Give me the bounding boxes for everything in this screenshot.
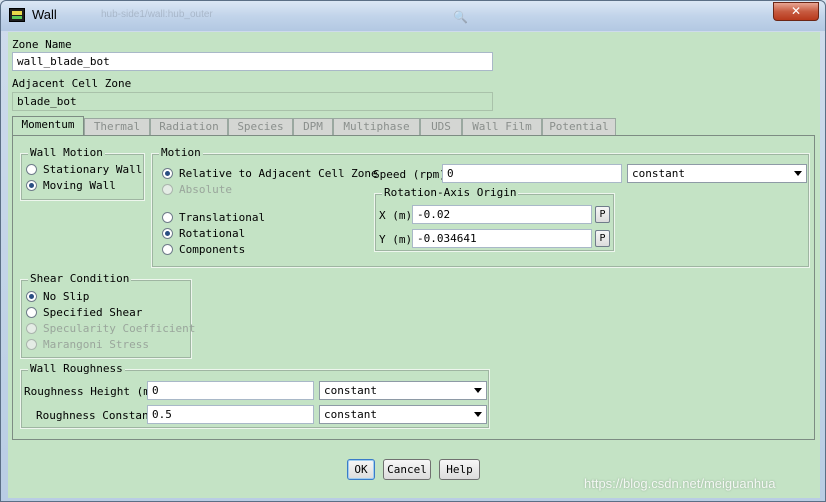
relative-to-adjacent-radio[interactable]: Relative to Adjacent Cell Zone: [162, 167, 378, 181]
roughness-height-profile-value: constant: [324, 384, 377, 397]
no-slip-label: No Slip: [43, 290, 90, 303]
radio-indicator: [26, 323, 37, 334]
rotational-radio[interactable]: Rotational: [162, 227, 245, 241]
shear-condition-group: Shear Condition No Slip Specified Shear …: [20, 272, 195, 359]
tab-species[interactable]: Species: [228, 118, 293, 135]
radio-indicator: [26, 180, 37, 191]
origin-y-parameter-button[interactable]: P: [595, 230, 610, 247]
components-label: Components: [179, 243, 246, 256]
tab-momentum[interactable]: Momentum: [12, 116, 84, 136]
radio-indicator: [26, 291, 37, 302]
zone-name-input[interactable]: wall_blade_bot: [12, 52, 493, 71]
motion-group: Motion Relative to Adjacent Cell Zone Ab…: [151, 146, 810, 268]
specularity-coefficient-label: Specularity Coefficient: [43, 322, 196, 335]
title-bar[interactable]: Wall hub-side1/wall:hub_outer 🔍 ✕: [1, 1, 825, 31]
roughness-constant-input[interactable]: 0.5: [147, 405, 314, 424]
translational-label: Translational: [179, 211, 266, 224]
speed-input[interactable]: 0: [442, 164, 622, 183]
chevron-down-icon: [474, 388, 482, 393]
tab-radiation[interactable]: Radiation: [150, 118, 228, 135]
radio-indicator: [26, 339, 37, 350]
watermark-text: https://blog.csdn.net/meiguanhua: [584, 476, 776, 491]
momentum-panel: Wall Motion Stationary Wall Moving Wall …: [12, 135, 815, 440]
background-window-ghost-text: hub-side1/wall:hub_outer: [101, 9, 213, 20]
fluent-app-icon: [9, 8, 25, 22]
stationary-wall-radio[interactable]: Stationary Wall: [26, 163, 142, 177]
stationary-wall-label: Stationary Wall: [43, 163, 143, 176]
absolute-label: Absolute: [179, 183, 232, 196]
radio-indicator: [162, 228, 173, 239]
marangoni-stress-label: Marangoni Stress: [43, 338, 149, 351]
rotation-axis-origin-title: Rotation-Axis Origin: [382, 186, 519, 199]
close-button[interactable]: ✕: [773, 2, 819, 21]
speed-profile-value: constant: [632, 167, 685, 180]
marangoni-stress-radio: Marangoni Stress: [26, 338, 149, 352]
rotational-label: Rotational: [179, 227, 246, 240]
tab-uds[interactable]: UDS: [420, 118, 462, 135]
specified-shear-label: Specified Shear: [43, 306, 143, 319]
radio-indicator: [26, 164, 37, 175]
help-button[interactable]: Help: [439, 459, 480, 480]
origin-y-input[interactable]: -0.034641: [412, 229, 592, 248]
cancel-button[interactable]: Cancel: [383, 459, 431, 480]
radio-indicator: [162, 184, 173, 195]
wall-roughness-title: Wall Roughness: [28, 362, 125, 375]
zone-name-label: Zone Name: [12, 38, 72, 51]
specularity-coefficient-radio: Specularity Coefficient: [26, 322, 195, 336]
roughness-constant-profile-dropdown[interactable]: constant: [319, 405, 487, 424]
roughness-height-input[interactable]: 0: [147, 381, 314, 400]
origin-x-input[interactable]: -0.02: [412, 205, 592, 224]
wall-roughness-group: Wall Roughness Roughness Height (m) 0 co…: [20, 362, 490, 429]
translational-radio[interactable]: Translational: [162, 211, 265, 225]
window-title: Wall: [32, 7, 57, 22]
wall-motion-group: Wall Motion Stationary Wall Moving Wall: [20, 146, 145, 201]
wall-motion-title: Wall Motion: [28, 146, 105, 159]
tab-potential[interactable]: Potential: [542, 118, 616, 135]
roughness-height-profile-dropdown[interactable]: constant: [319, 381, 487, 400]
relative-to-adjacent-label: Relative to Adjacent Cell Zone: [179, 167, 378, 180]
tab-dpm[interactable]: DPM: [293, 118, 333, 135]
roughness-height-label: Roughness Height (m): [24, 385, 157, 398]
origin-x-parameter-button[interactable]: P: [595, 206, 610, 223]
radio-indicator: [162, 168, 173, 179]
ok-button[interactable]: OK: [347, 459, 375, 480]
dialog-client-area: Zone Name wall_blade_bot Adjacent Cell Z…: [8, 32, 820, 498]
components-radio[interactable]: Components: [162, 243, 245, 257]
origin-y-label: Y (m): [379, 233, 413, 246]
moving-wall-radio[interactable]: Moving Wall: [26, 179, 116, 193]
specified-shear-radio[interactable]: Specified Shear: [26, 306, 142, 320]
speed-label: Speed (rpm): [373, 168, 446, 181]
roughness-constant-profile-value: constant: [324, 408, 377, 421]
adjacent-cell-zone-field: blade_bot: [12, 92, 493, 111]
roughness-constant-label: Roughness Constant: [36, 409, 156, 422]
adjacent-cell-zone-label: Adjacent Cell Zone: [12, 77, 132, 90]
tab-wall-film[interactable]: Wall Film: [462, 118, 542, 135]
search-icon: 🔍: [453, 10, 468, 24]
tab-multiphase[interactable]: Multiphase: [333, 118, 420, 135]
speed-profile-dropdown[interactable]: constant: [627, 164, 807, 183]
absolute-radio: Absolute: [162, 183, 232, 197]
chevron-down-icon: [794, 171, 802, 176]
shear-condition-title: Shear Condition: [28, 272, 132, 285]
radio-indicator: [162, 244, 173, 255]
origin-x-label: X (m): [379, 209, 413, 222]
motion-title: Motion: [159, 146, 203, 159]
radio-indicator: [26, 307, 37, 318]
chevron-down-icon: [474, 412, 482, 417]
moving-wall-label: Moving Wall: [43, 179, 116, 192]
no-slip-radio[interactable]: No Slip: [26, 290, 89, 304]
tab-thermal[interactable]: Thermal: [84, 118, 150, 135]
radio-indicator: [162, 212, 173, 223]
wall-dialog: Wall hub-side1/wall:hub_outer 🔍 ✕ Zone N…: [0, 0, 826, 502]
rotation-axis-origin-group: Rotation-Axis Origin X (m) -0.02 P Y (m)…: [374, 186, 615, 252]
